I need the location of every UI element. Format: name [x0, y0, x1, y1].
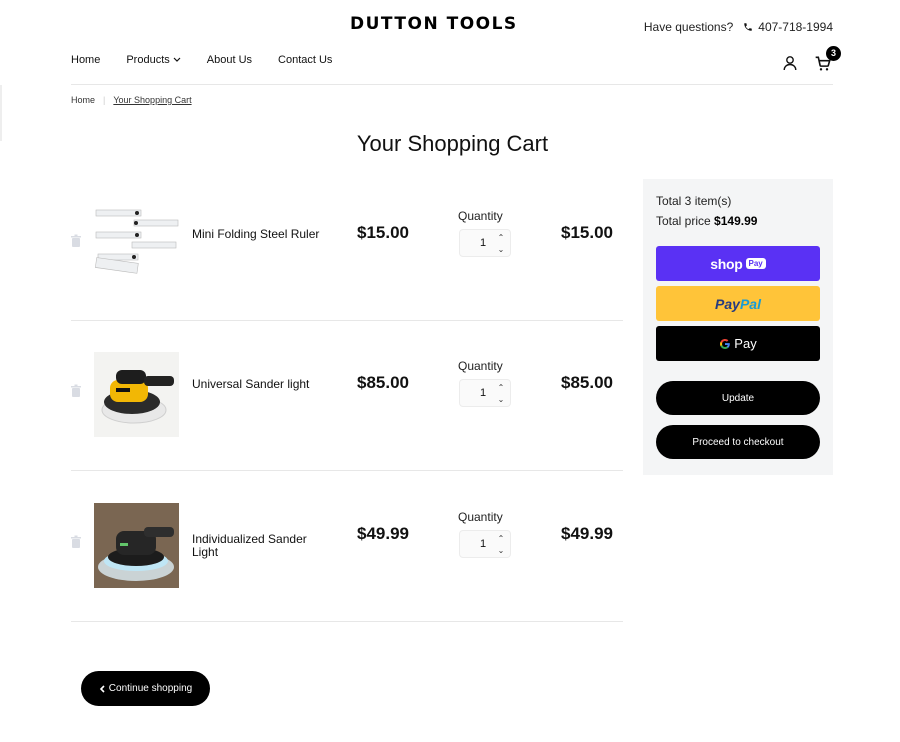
quantity-value[interactable]: 1	[480, 237, 486, 249]
product-name[interactable]: Individualized Sander Light	[192, 533, 332, 559]
brand-logo[interactable]: DUTTON TOOLS	[350, 14, 518, 34]
shop-pay-logo: shop Pay	[710, 255, 766, 272]
cart-button[interactable]: 3	[815, 45, 841, 71]
google-pay-logo: Pay	[719, 336, 757, 351]
page-title: Your Shopping Cart	[356, 131, 549, 156]
total-price-line: Total price $149.99	[656, 214, 757, 228]
line-total: $85.00	[561, 373, 613, 392]
chevron-down-icon	[173, 57, 181, 62]
quantity-stepper[interactable]: 1 ⌃ ⌄	[459, 379, 511, 407]
shop-pay-button[interactable]: shop Pay	[656, 246, 820, 281]
phone-link[interactable]: 407-718-1994	[743, 20, 833, 34]
trash-icon[interactable]	[70, 535, 82, 549]
chevron-down-icon[interactable]: ⌄	[496, 394, 506, 404]
nav-about[interactable]: About Us	[207, 54, 252, 66]
nav-contact[interactable]: Contact Us	[278, 54, 332, 66]
quantity-stepper[interactable]: 1 ⌃ ⌄	[459, 229, 511, 257]
line-total: $15.00	[561, 223, 613, 242]
shop-pay-wordmark: shop	[710, 255, 743, 272]
chevron-up-icon[interactable]: ⌃	[496, 382, 506, 392]
breadcrumb: Home | Your Shopping Cart	[71, 95, 192, 105]
breadcrumb-current[interactable]: Your Shopping Cart	[113, 95, 191, 105]
chevron-up-icon[interactable]: ⌃	[496, 533, 506, 543]
user-icon[interactable]	[783, 55, 797, 71]
google-g-icon	[720, 338, 731, 349]
cart-row: Individualized Sander Light $49.99 Quant…	[71, 472, 623, 622]
nav-home-label: Home	[71, 54, 101, 66]
breadcrumb-separator: |	[103, 95, 106, 105]
google-pay-text: Pay	[734, 336, 757, 351]
product-image-ruler[interactable]	[94, 202, 179, 287]
header-top: DUTTON TOOLS Have questions? 407-718-199…	[0, 0, 900, 50]
chevron-down-icon[interactable]: ⌄	[496, 244, 506, 254]
phone-icon	[744, 23, 753, 31]
update-button[interactable]: Update	[656, 381, 820, 415]
quantity-label: Quantity	[458, 510, 503, 524]
help-text: Have questions?	[643, 20, 734, 34]
chevron-up-icon[interactable]: ⌃	[496, 232, 506, 242]
cart-row: Universal Sander light $85.00 Quantity 1…	[71, 321, 623, 471]
nav-about-label: About Us	[206, 54, 253, 66]
breadcrumb-home[interactable]: Home	[71, 95, 95, 105]
product-image-sander-light[interactable]	[94, 503, 179, 588]
nav-products[interactable]: Products	[126, 54, 181, 66]
total-price-value: $149.99	[714, 214, 758, 228]
order-summary: Total 3 item(s) Total price $149.99 shop…	[643, 179, 833, 475]
product-price: $15.00	[357, 223, 409, 242]
paypal-button[interactable]: PayPal	[656, 286, 820, 321]
cart-count-badge: 3	[826, 45, 841, 61]
total-price-label: Total price	[656, 214, 711, 228]
paypal-pay-text: Pay	[715, 295, 740, 312]
sander-image	[101, 370, 174, 424]
checkout-button[interactable]: Proceed to checkout	[656, 425, 820, 459]
row-divider	[71, 621, 623, 622]
continue-shopping-button[interactable]: Continue shopping	[81, 671, 210, 706]
product-name[interactable]: Mini Folding Steel Ruler	[192, 228, 332, 241]
paypal-logo: PayPal	[715, 296, 761, 312]
product-price: $49.99	[357, 524, 409, 543]
chevron-left-icon	[99, 684, 105, 693]
quantity-label: Quantity	[458, 209, 503, 223]
header-icons: 3	[783, 45, 841, 71]
total-items: Total 3 item(s)	[656, 194, 732, 208]
cart-row: Mini Folding Steel Ruler $15.00 Quantity…	[71, 171, 623, 321]
sander-light-image	[94, 503, 179, 588]
chevron-down-icon[interactable]: ⌄	[496, 545, 506, 555]
trash-icon[interactable]	[70, 234, 82, 248]
main-nav: Home Products About Us Contact Us	[71, 54, 332, 66]
shop-pay-badge: Pay	[745, 258, 766, 269]
line-total: $49.99	[561, 524, 613, 543]
paypal-pal-text: Pal	[739, 295, 761, 312]
ruler-image	[95, 209, 179, 274]
quantity-value[interactable]: 1	[480, 538, 486, 550]
product-price: $85.00	[357, 373, 409, 392]
help-contact: Have questions? 407-718-1994	[644, 20, 833, 34]
quantity-value[interactable]: 1	[480, 387, 486, 399]
product-name[interactable]: Universal Sander light	[192, 378, 332, 391]
trash-icon[interactable]	[70, 384, 82, 398]
google-pay-button[interactable]: Pay	[656, 326, 820, 361]
row-divider	[71, 470, 623, 471]
phone-number: 407-718-1994	[758, 20, 833, 34]
quantity-label: Quantity	[458, 359, 503, 373]
product-image-sander[interactable]	[94, 352, 179, 437]
nav-products-label: Products	[126, 54, 170, 66]
nav-home[interactable]: Home	[71, 54, 100, 66]
continue-shopping-label: Continue shopping	[108, 683, 193, 694]
nav-contact-label: Contact Us	[278, 54, 333, 66]
header-divider	[71, 84, 833, 85]
quantity-stepper[interactable]: 1 ⌃ ⌄	[459, 530, 511, 558]
